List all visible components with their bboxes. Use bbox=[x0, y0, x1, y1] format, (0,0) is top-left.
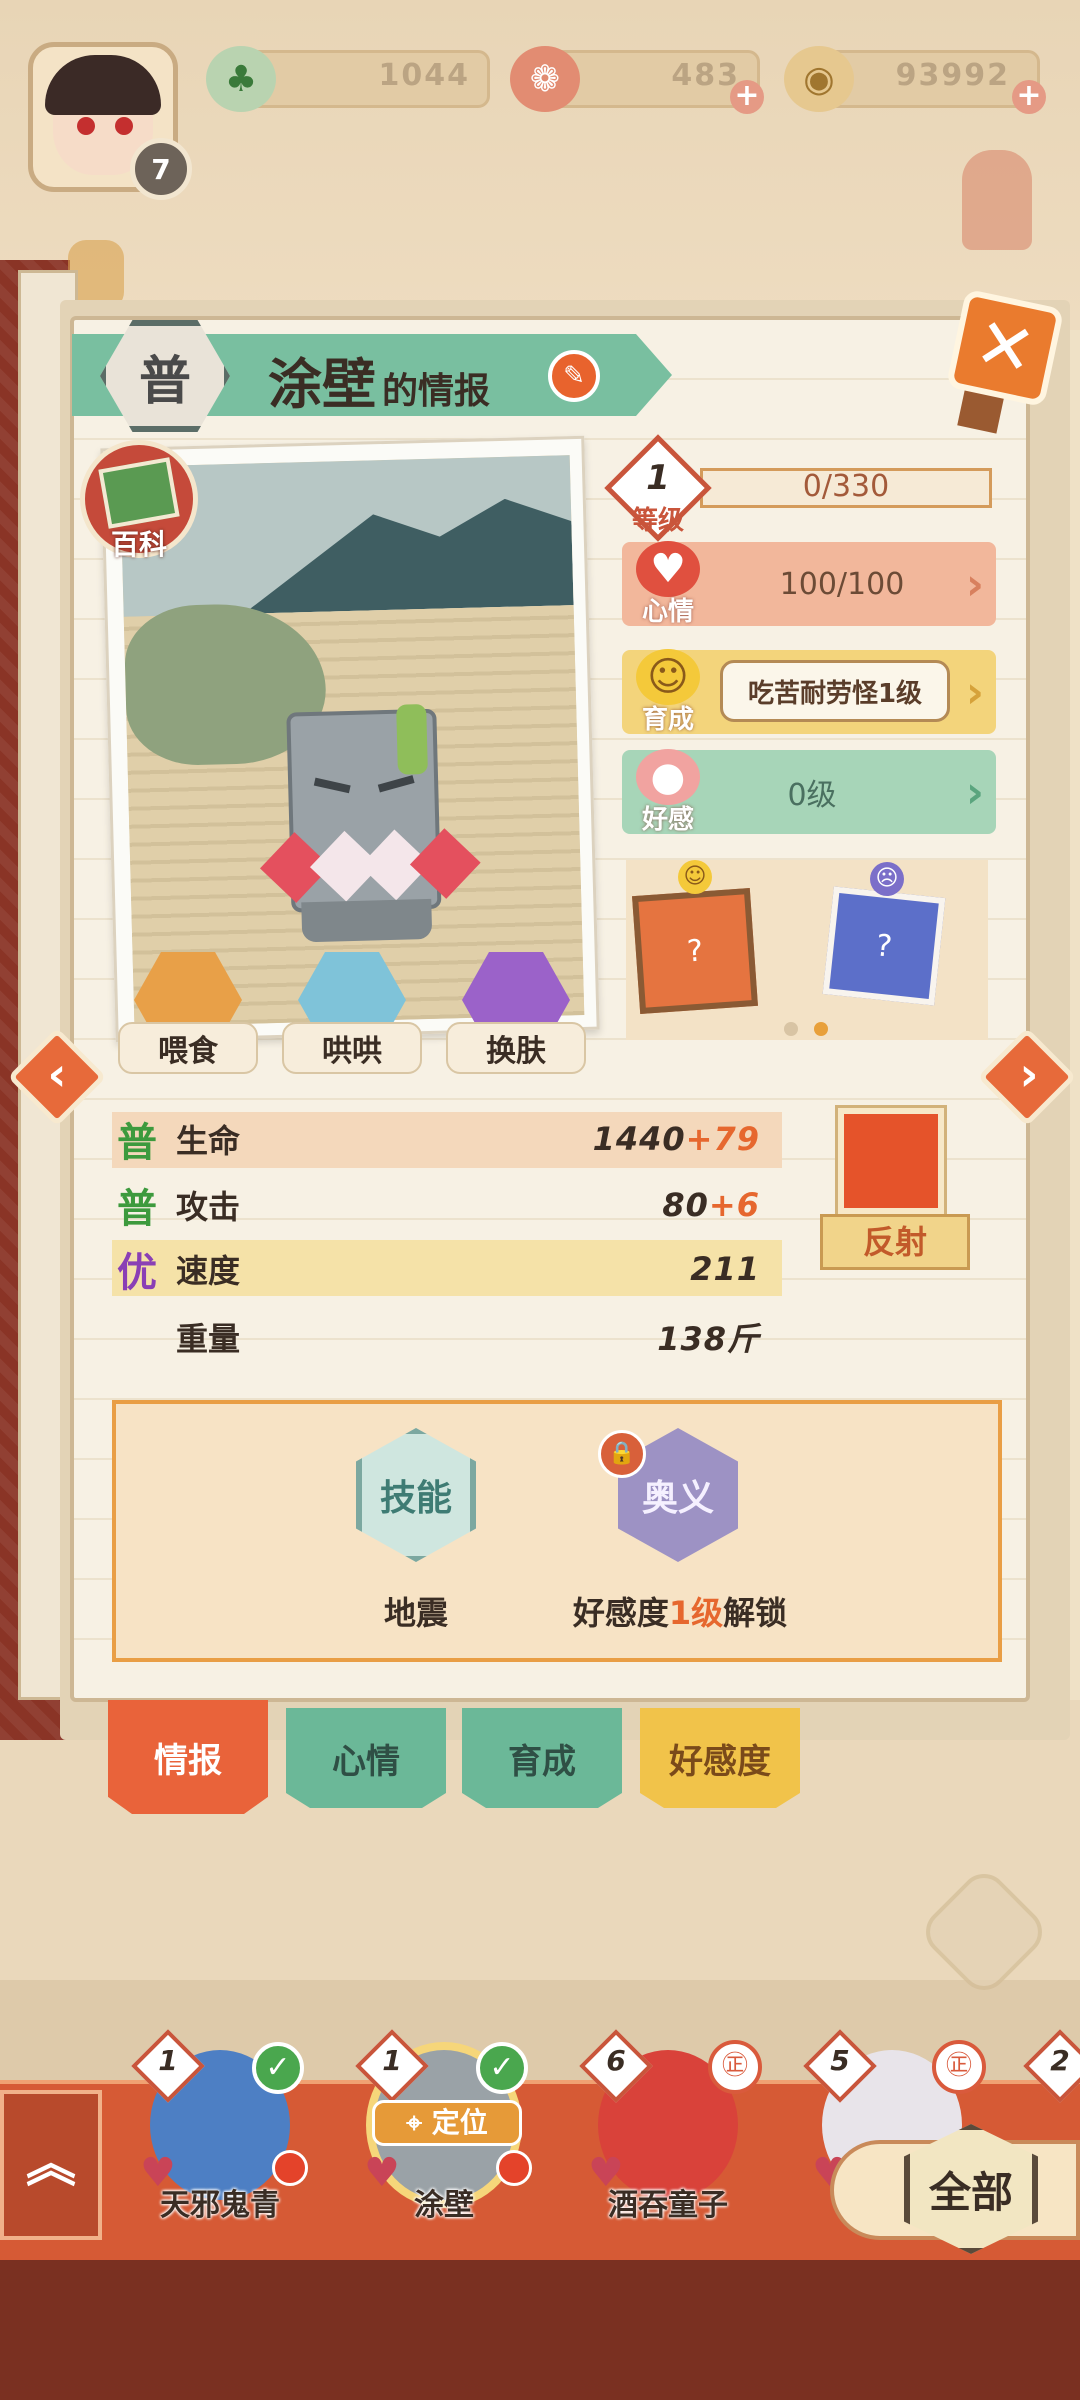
team-tag-icon: ㊣ bbox=[708, 2040, 762, 2094]
stat-grade: 普 bbox=[117, 1120, 157, 1166]
sad-face-icon: ☹ bbox=[870, 862, 904, 896]
character-name: 酒吞童子 bbox=[608, 2188, 728, 2223]
page-dot[interactable] bbox=[784, 1022, 798, 1036]
title-suffix: 的情报 bbox=[382, 371, 491, 412]
tab-grow[interactable]: 育成 bbox=[462, 1708, 622, 1808]
stat-name: 生命 bbox=[176, 1122, 241, 1160]
locate-button[interactable]: ⌖ 定位 bbox=[372, 2100, 522, 2146]
add-coin-button[interactable]: + bbox=[1012, 80, 1046, 114]
character-level: 1 bbox=[382, 2044, 402, 2077]
lock-icon: 🔒 bbox=[598, 1430, 646, 1478]
stat-value: 1440+79 bbox=[592, 1120, 760, 1158]
monster-leaf bbox=[396, 703, 428, 775]
gourd-icon: ❁ bbox=[510, 46, 580, 112]
level-label: 等级 bbox=[631, 506, 684, 536]
check-icon: ✓ bbox=[476, 2042, 528, 2094]
favor-icon-group: ● 好感 bbox=[622, 746, 714, 838]
skill-name: 地震 bbox=[383, 1594, 448, 1632]
wiki-button[interactable]: 百科 bbox=[80, 440, 198, 561]
stat-row-attack: 普 攻击 80+6 bbox=[110, 1176, 780, 1234]
secret-unlock-hint: 好感度1级解锁 bbox=[572, 1594, 788, 1632]
feed-label: 喂食 bbox=[118, 1022, 258, 1074]
character-level: 2 bbox=[1050, 2044, 1070, 2077]
grow-label: 育成 bbox=[641, 704, 694, 735]
happy-face-icon: ☺ bbox=[678, 860, 712, 894]
coin-icon: ◉ bbox=[784, 46, 854, 112]
chevron-right-icon: › bbox=[1019, 1047, 1039, 1101]
stat-value: 211 bbox=[690, 1250, 760, 1288]
heart-face-icon: ♥ bbox=[636, 540, 700, 597]
character-name: 天邪鬼青 bbox=[160, 2188, 280, 2223]
favorite-gift-slot[interactable]: ? bbox=[632, 888, 758, 1014]
stat-value: 80+6 bbox=[662, 1186, 760, 1224]
character-level: 6 bbox=[606, 2044, 626, 2077]
roster-character[interactable]: 1 ✓ ♥ 天邪鬼青 bbox=[120, 2029, 308, 2250]
check-icon: ✓ bbox=[252, 2042, 304, 2094]
stat-value: 138斤 bbox=[657, 1320, 760, 1358]
character-name: 涂壁 bbox=[414, 2188, 474, 2223]
rename-button[interactable]: ✎ bbox=[548, 350, 600, 402]
tab-mood[interactable]: 心情 bbox=[286, 1708, 446, 1808]
add-gourd-button[interactable]: + bbox=[730, 80, 764, 114]
chevron-right-icon: › bbox=[965, 766, 984, 818]
chevron-left-icon: ‹ bbox=[47, 1047, 67, 1101]
coax-label: 哄哄 bbox=[282, 1022, 422, 1074]
close-button[interactable]: ✕ bbox=[945, 288, 1065, 408]
avatar-eye bbox=[77, 117, 95, 135]
fish-decoration bbox=[962, 150, 1032, 250]
character-level: 5 bbox=[830, 2044, 850, 2077]
grow-trait-value: 吃苦耐劳怪1级 bbox=[720, 660, 950, 722]
stat-name: 速度 bbox=[176, 1252, 241, 1290]
mood-label: 心情 bbox=[641, 596, 694, 627]
chevron-right-icon: › bbox=[965, 558, 984, 610]
stat-row-hp: 普 生命 1440+79 bbox=[110, 1110, 780, 1168]
skin-button[interactable]: 换肤 bbox=[446, 952, 586, 1074]
favor-label: 好感 bbox=[641, 804, 694, 835]
disliked-gift-slot[interactable]: ? bbox=[822, 886, 946, 1006]
pine-icon: ♣ bbox=[206, 46, 276, 112]
skin-label: 换肤 bbox=[446, 1022, 586, 1074]
tab-info[interactable]: 情报 bbox=[108, 1700, 268, 1814]
mood-value: 100/100 bbox=[779, 566, 905, 602]
currency-value: 93992 bbox=[895, 58, 1010, 93]
smile-icon: ☺ bbox=[636, 648, 700, 705]
player-level-badge: 7 bbox=[130, 138, 192, 200]
reflect-trait-icon[interactable] bbox=[838, 1108, 944, 1214]
stat-name: 攻击 bbox=[176, 1188, 241, 1226]
monster-legs bbox=[301, 898, 433, 943]
monster-name: 涂壁 bbox=[268, 353, 376, 416]
wiki-label: 百科 bbox=[110, 528, 167, 561]
monster-level: 1 bbox=[646, 458, 670, 498]
background-floor bbox=[0, 2250, 1080, 2400]
page-dot-active[interactable] bbox=[814, 1022, 828, 1036]
favor-value: 0级 bbox=[787, 778, 837, 813]
feed-button[interactable]: 喂食 bbox=[118, 952, 258, 1074]
currency-value: 483 bbox=[671, 58, 740, 93]
team-tag-icon: ㊣ bbox=[932, 2040, 986, 2094]
stat-grade: 优 bbox=[117, 1250, 157, 1296]
coax-button[interactable]: 哄哄 bbox=[282, 952, 422, 1074]
book-icon bbox=[98, 457, 180, 529]
grow-icon-group: ☺ 育成 bbox=[622, 646, 714, 738]
tab-favor[interactable]: 好感度 bbox=[640, 1708, 800, 1808]
avatar-eye bbox=[115, 117, 133, 135]
stat-grade: 普 bbox=[117, 1186, 157, 1232]
character-level: 1 bbox=[158, 2044, 178, 2077]
mood-icon-group: ♥ 心情 bbox=[622, 538, 714, 630]
stat-row-speed: 优 速度 211 bbox=[110, 1240, 780, 1298]
exp-value: 0/330 bbox=[802, 469, 890, 504]
roster-character[interactable]: 6 ㊣ ♥ 酒吞童子 bbox=[568, 2029, 762, 2250]
stat-name: 重量 bbox=[176, 1320, 241, 1358]
expand-roster-button[interactable]: ︽ bbox=[0, 2090, 102, 2240]
currency-value: 1044 bbox=[378, 58, 470, 93]
stat-row-weight: 重量 138斤 bbox=[110, 1308, 780, 1366]
avatar-hair bbox=[45, 55, 161, 115]
peach-icon: ● bbox=[636, 748, 700, 805]
chevron-right-icon: › bbox=[965, 666, 984, 718]
reflect-trait-label[interactable]: 反射 bbox=[820, 1214, 970, 1270]
page-title: 涂壁 的情报 bbox=[268, 340, 490, 416]
